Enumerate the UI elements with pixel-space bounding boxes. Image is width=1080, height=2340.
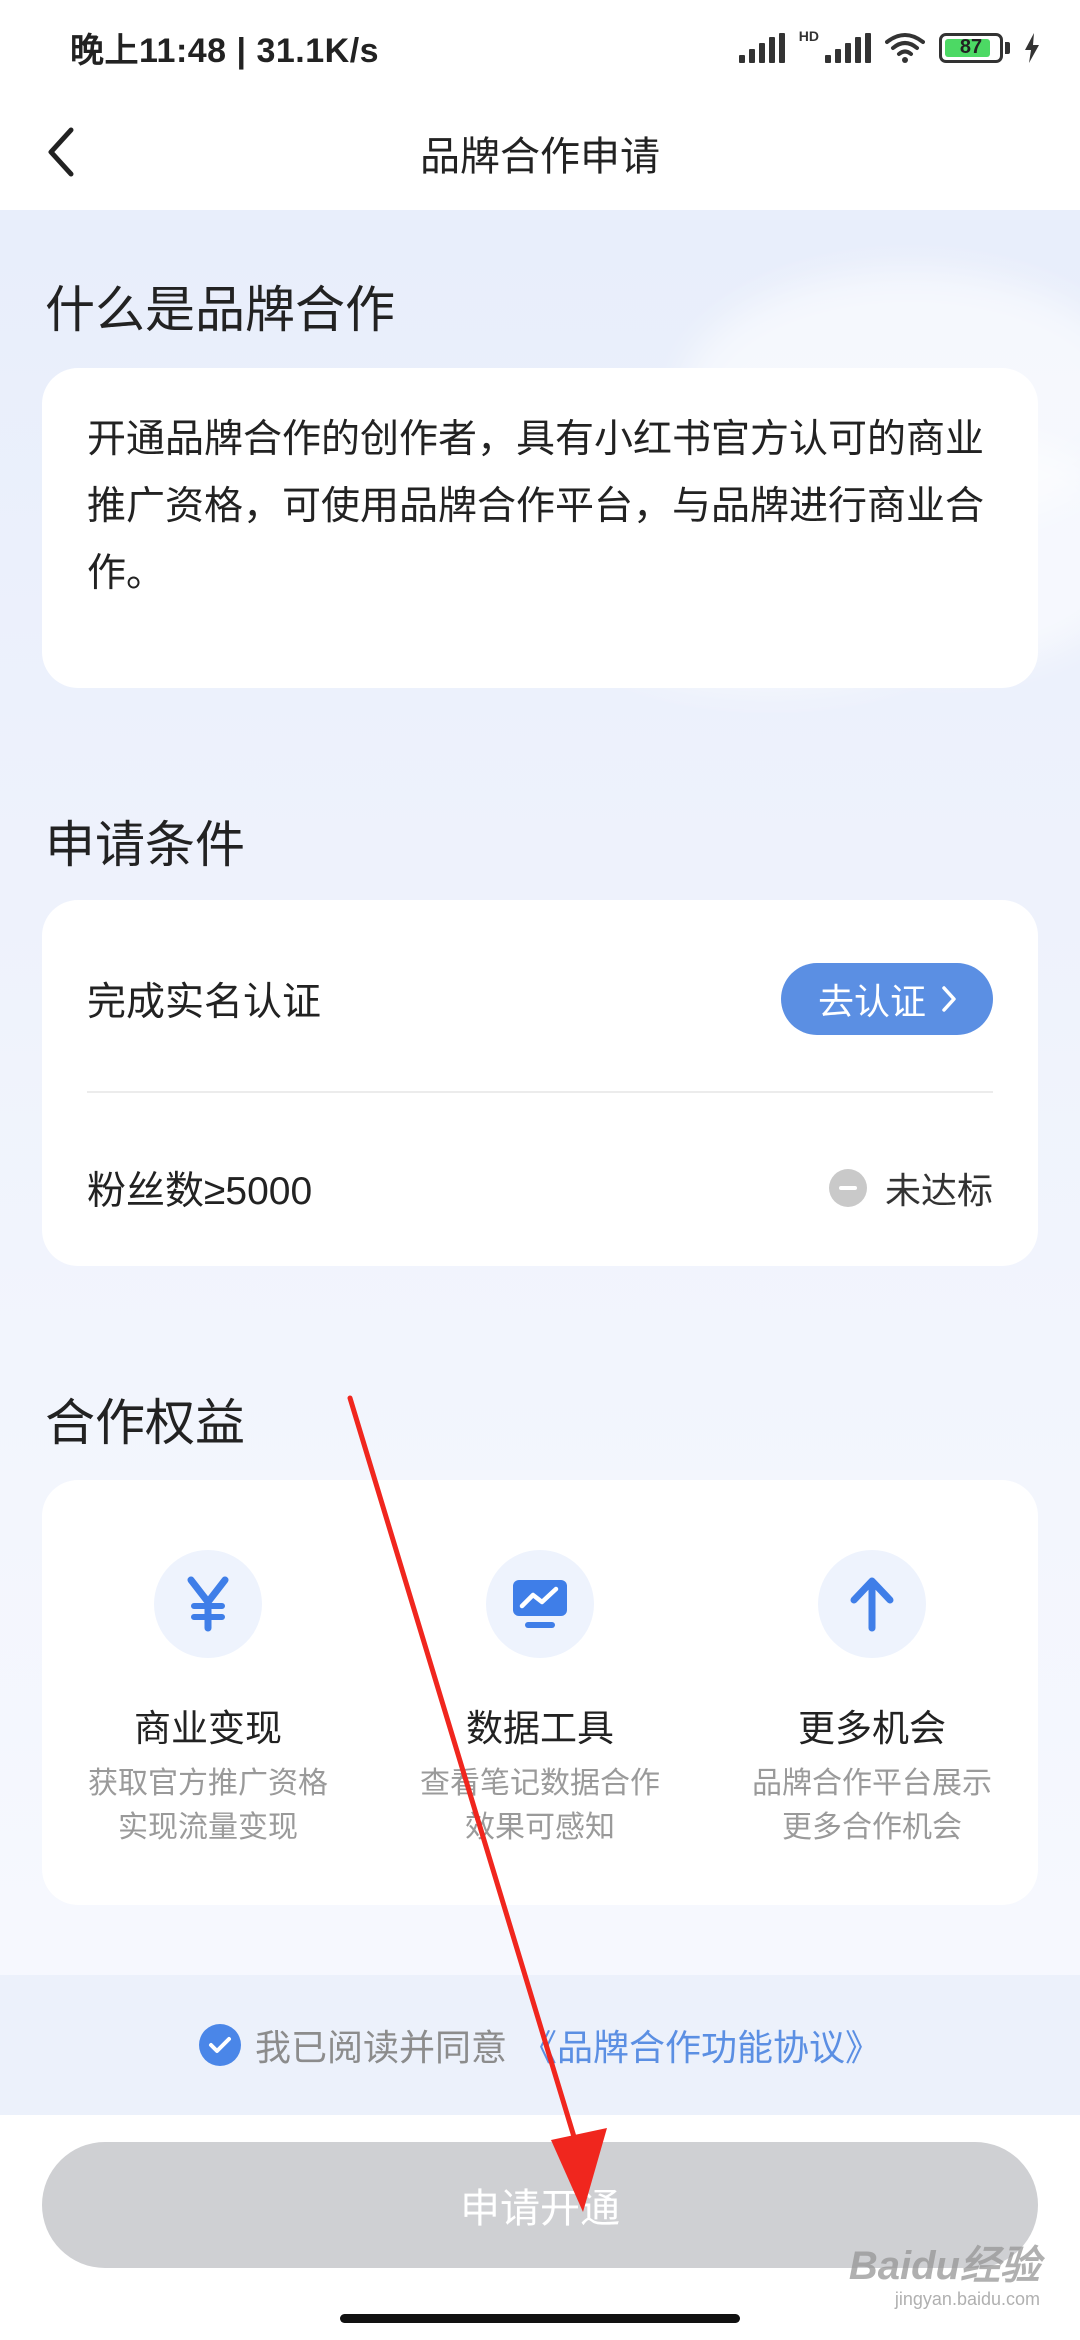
battery-icon: 87 xyxy=(939,32,1003,63)
nav-bar: 品牌合作申请 xyxy=(0,95,1080,210)
benefit-desc-line: 实现流量变现 xyxy=(118,1811,298,1844)
conditions-title: 申请条件 xyxy=(45,817,245,873)
back-button[interactable] xyxy=(45,117,105,187)
benefit-desc-line: 品牌合作平台展示 xyxy=(752,1767,992,1800)
verify-button-label: 去认证 xyxy=(817,981,926,1022)
conditions-card: 完成实名认证 去认证 粉丝数≥5000 未达标 xyxy=(42,900,1038,1266)
signal-icon xyxy=(738,32,785,63)
condition-row-verify: 完成实名认证 去认证 xyxy=(87,963,993,1035)
benefit-desc-line: 查看笔记数据合作 xyxy=(420,1767,660,1800)
benefit-item-opportunity: 更多机会 品牌合作平台展示 更多合作机会 xyxy=(706,1480,1038,1850)
benefit-item-data: 数据工具 查看笔记数据合作 效果可感知 xyxy=(374,1480,706,1850)
chevron-left-icon xyxy=(48,127,74,177)
benefit-desc-line: 效果可感知 xyxy=(465,1811,615,1844)
watermark-sub: jingyan.baidu.com xyxy=(894,2289,1040,2309)
charging-icon xyxy=(1025,32,1039,63)
agreement-bar: 我已阅读并同意 《品牌合作功能协议》 xyxy=(0,1975,1080,2115)
benefit-desc: 获取官方推广资格 实现流量变现 xyxy=(88,1762,328,1850)
page-title: 品牌合作申请 xyxy=(420,134,660,179)
agreement-text: 我已阅读并同意 xyxy=(254,2027,507,2068)
watermark: Baidu经验 jingyan.baidu.com xyxy=(849,2233,1040,2310)
status-bar: 晚上11:48 | 31.1K/s HD 87 xyxy=(0,0,1080,95)
benefits-card: 商业变现 获取官方推广资格 实现流量变现 数据工具 查看笔记数据合作 效果可感知 xyxy=(42,1480,1038,1905)
benefits-list: 商业变现 获取官方推广资格 实现流量变现 数据工具 查看笔记数据合作 效果可感知 xyxy=(42,1480,1038,1850)
benefit-title: 更多机会 xyxy=(798,1708,946,1749)
condition-status-label: 未达标 xyxy=(884,1170,993,1211)
what-is-card: 开通品牌合作的创作者，具有小红书官方认可的商业推广资格，可使用品牌合作平台，与品… xyxy=(42,368,1038,688)
what-is-description: 开通品牌合作的创作者，具有小红书官方认可的商业推广资格，可使用品牌合作平台，与品… xyxy=(87,418,985,595)
check-icon xyxy=(208,2037,231,2053)
yen-icon xyxy=(154,1550,262,1658)
chart-monitor-icon xyxy=(486,1550,594,1658)
what-is-title: 什么是品牌合作 xyxy=(45,282,395,338)
wifi-icon xyxy=(885,32,925,63)
home-indicator[interactable] xyxy=(340,2314,740,2323)
network-type-label: HD xyxy=(798,27,819,44)
minus-circle-icon xyxy=(828,1169,867,1207)
benefit-desc-line: 获取官方推广资格 xyxy=(88,1767,328,1800)
benefit-title: 数据工具 xyxy=(466,1708,614,1749)
condition-row-fans: 粉丝数≥5000 未达标 xyxy=(87,1148,993,1228)
condition-status: 未达标 xyxy=(828,1162,993,1214)
benefit-desc-line: 更多合作机会 xyxy=(782,1811,962,1844)
arrow-up-icon xyxy=(818,1550,926,1658)
condition-label: 粉丝数≥5000 xyxy=(87,1170,313,1213)
chevron-right-icon xyxy=(942,986,956,1012)
benefit-title: 商业变现 xyxy=(134,1708,282,1749)
benefit-item-monetize: 商业变现 获取官方推广资格 实现流量变现 xyxy=(42,1480,374,1850)
verify-button[interactable]: 去认证 xyxy=(781,963,993,1035)
condition-label: 完成实名认证 xyxy=(87,981,322,1024)
battery-level: 87 xyxy=(959,36,983,58)
agreement-checkbox[interactable] xyxy=(198,2024,241,2066)
status-icons: HD 87 xyxy=(738,28,1040,64)
watermark-main: Baidu经验 xyxy=(848,2244,1040,2288)
signal-hd-icon xyxy=(825,32,871,63)
agreement-link[interactable]: 《品牌合作功能协议》 xyxy=(521,2019,881,2071)
benefits-title: 合作权益 xyxy=(45,1395,245,1451)
status-time-speed: 晚上11:48 | 31.1K/s xyxy=(70,32,380,70)
divider xyxy=(87,1091,993,1093)
benefit-desc: 品牌合作平台展示 更多合作机会 xyxy=(752,1762,992,1850)
benefit-desc: 查看笔记数据合作 效果可感知 xyxy=(420,1762,660,1850)
